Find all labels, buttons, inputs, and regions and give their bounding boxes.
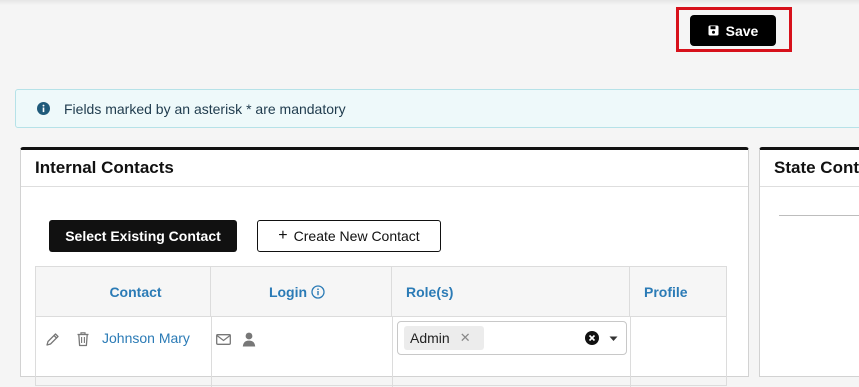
column-header-contact-label: Contact — [109, 283, 162, 300]
column-divider — [211, 317, 212, 387]
mandatory-fields-banner: Fields marked by an asterisk * are manda… — [15, 89, 859, 128]
roles-select[interactable]: Admin ✕ — [397, 321, 627, 355]
create-new-contact-button[interactable]: + Create New Contact — [257, 220, 441, 252]
column-header-login[interactable]: Login — [211, 267, 392, 316]
person-icon — [242, 332, 256, 347]
internal-contacts-panel: Internal Contacts Select Existing Contac… — [20, 147, 749, 387]
floppy-disk-icon — [708, 25, 719, 36]
plus-icon: + — [278, 227, 288, 244]
trash-icon[interactable] — [76, 331, 90, 347]
caret-down-icon[interactable] — [609, 336, 618, 342]
column-divider — [392, 317, 393, 387]
column-header-roles-label: Role(s) — [406, 283, 454, 300]
table-row: Johnson Mary Admin ✕ — [36, 317, 726, 387]
save-button[interactable]: Save — [690, 15, 776, 46]
save-button-label: Save — [725, 22, 759, 39]
select-existing-contact-button[interactable]: Select Existing Contact — [49, 220, 237, 252]
column-header-profile-label: Profile — [644, 283, 688, 300]
role-chip-admin: Admin ✕ — [404, 326, 484, 350]
state-contacts-title: State Cont — [760, 150, 859, 187]
clear-circle-icon[interactable] — [585, 331, 599, 345]
role-chip-label: Admin — [410, 330, 450, 346]
state-contacts-panel: State Cont — [759, 147, 859, 377]
remove-role-icon[interactable]: ✕ — [460, 330, 471, 346]
top-band — [0, 0, 859, 5]
internal-contacts-title: Internal Contacts — [21, 150, 748, 187]
state-contacts-divider — [779, 215, 859, 216]
column-header-login-label: Login — [268, 283, 308, 300]
internal-contacts-table: Contact Login Role(s) Profile Johnson Ma… — [35, 266, 727, 387]
column-divider — [630, 317, 631, 387]
envelope-icon[interactable] — [216, 334, 231, 345]
create-new-contact-label: Create New Contact — [293, 228, 420, 244]
column-header-contact[interactable]: Contact — [36, 267, 211, 316]
column-header-profile[interactable]: Profile — [630, 267, 728, 316]
pencil-icon[interactable] — [45, 332, 60, 347]
table-header: Contact Login Role(s) Profile — [36, 267, 726, 317]
info-circle-icon — [37, 102, 50, 115]
contact-name-link[interactable]: Johnson Mary — [102, 330, 190, 346]
column-header-roles[interactable]: Role(s) — [392, 267, 630, 316]
info-circle-outline-icon[interactable] — [311, 284, 325, 299]
mandatory-fields-message: Fields marked by an asterisk * are manda… — [64, 100, 346, 117]
